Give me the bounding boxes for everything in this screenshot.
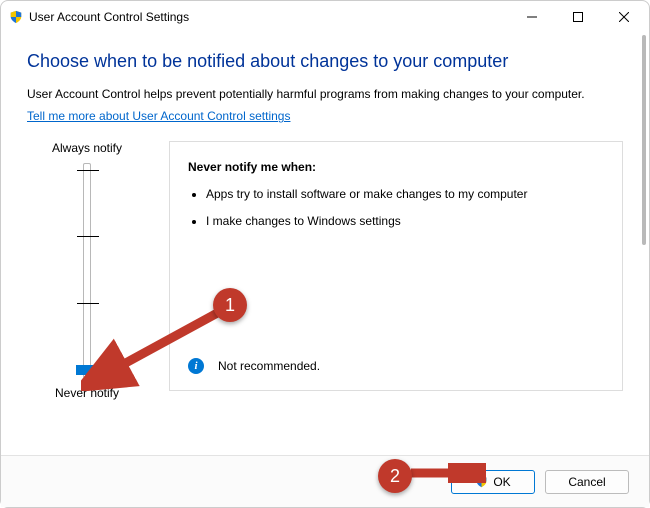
cancel-button[interactable]: Cancel	[545, 470, 629, 494]
footer-bar: OK Cancel	[1, 455, 649, 507]
page-heading: Choose when to be notified about changes…	[27, 51, 623, 72]
info-panel: Never notify me when: Apps try to instal…	[169, 141, 623, 391]
content-area: Choose when to be notified about changes…	[1, 33, 649, 455]
slider-thumb[interactable]	[76, 365, 100, 375]
info-bullet-list: Apps try to install software or make cha…	[206, 186, 604, 230]
notification-slider[interactable]	[27, 163, 147, 378]
status-row: i Not recommended.	[188, 358, 320, 374]
title-bar: User Account Control Settings	[1, 1, 649, 33]
slider-label-top: Always notify	[27, 141, 147, 155]
ok-button[interactable]: OK	[451, 470, 535, 494]
close-button[interactable]	[601, 1, 647, 33]
cancel-button-label: Cancel	[568, 475, 605, 489]
slider-column: Always notify Never notify	[27, 141, 147, 400]
info-title: Never notify me when:	[188, 160, 604, 174]
intro-text: User Account Control helps prevent poten…	[27, 86, 623, 103]
learn-more-link[interactable]: Tell me more about User Account Control …	[27, 109, 290, 123]
status-text: Not recommended.	[218, 359, 320, 373]
uac-shield-icon	[9, 10, 23, 24]
uac-shield-icon	[475, 475, 489, 489]
window-title: User Account Control Settings	[29, 10, 189, 24]
maximize-button[interactable]	[555, 1, 601, 33]
info-bullet: I make changes to Windows settings	[206, 213, 604, 230]
minimize-button[interactable]	[509, 1, 555, 33]
window-title-wrap: User Account Control Settings	[9, 10, 509, 24]
ok-button-label: OK	[493, 475, 510, 489]
info-bullet: Apps try to install software or make cha…	[206, 186, 604, 203]
slider-label-bottom: Never notify	[27, 386, 147, 400]
window-controls	[509, 1, 647, 33]
info-icon: i	[188, 358, 204, 374]
